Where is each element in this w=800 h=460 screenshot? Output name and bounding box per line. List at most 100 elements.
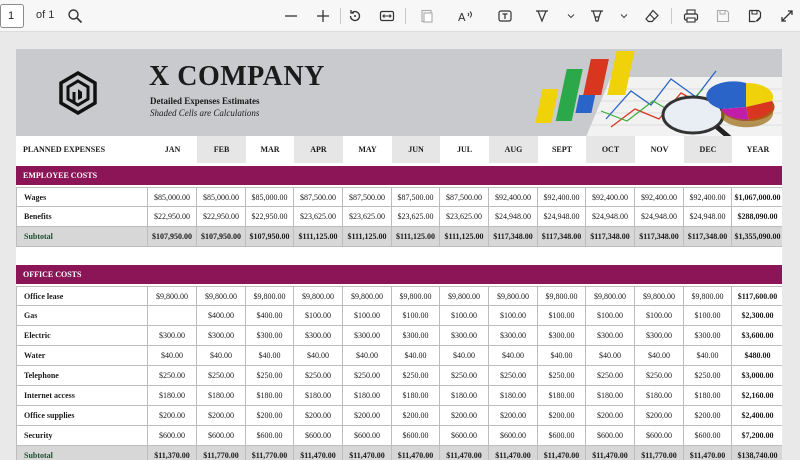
month-value-cell[interactable]: $40.00	[392, 346, 440, 366]
month-value-cell[interactable]: $9,800.00	[294, 286, 343, 306]
month-value-cell[interactable]: $200.00	[148, 406, 197, 426]
month-value-cell[interactable]: $250.00	[246, 366, 294, 386]
year-total-cell[interactable]: $2,300.00	[732, 306, 782, 326]
month-value-cell[interactable]: $600.00	[586, 426, 635, 446]
month-value-cell[interactable]: $117,348.00	[489, 227, 538, 247]
month-value-cell[interactable]: $250.00	[440, 366, 489, 386]
month-value-cell[interactable]: $100.00	[538, 306, 586, 326]
month-value-cell[interactable]: $40.00	[538, 346, 586, 366]
month-value-cell[interactable]: $117,348.00	[586, 227, 635, 247]
year-total-cell[interactable]: $3,600.00	[732, 326, 782, 346]
month-value-cell[interactable]: $100.00	[684, 306, 732, 326]
row-label[interactable]: Water	[16, 346, 148, 366]
row-label[interactable]: Electric	[16, 326, 148, 346]
month-value-cell[interactable]: $180.00	[440, 386, 489, 406]
year-total-cell[interactable]: $138,740.00	[732, 446, 782, 460]
year-total-cell[interactable]: $7,200.00	[732, 426, 782, 446]
month-value-cell[interactable]: $250.00	[197, 366, 246, 386]
row-label[interactable]: Subtotal	[16, 446, 148, 460]
month-value-cell[interactable]: $107,950.00	[148, 227, 197, 247]
month-value-cell[interactable]: $200.00	[440, 406, 489, 426]
chevron-down-icon[interactable]	[619, 11, 629, 21]
month-value-cell[interactable]: $180.00	[489, 386, 538, 406]
month-value-cell[interactable]: $600.00	[392, 426, 440, 446]
draw-icon[interactable]	[530, 4, 554, 28]
month-value-cell[interactable]: $9,800.00	[538, 286, 586, 306]
month-value-cell[interactable]: $200.00	[246, 406, 294, 426]
text-box-icon[interactable]	[493, 4, 517, 28]
fullscreen-icon[interactable]	[775, 4, 799, 28]
month-value-cell[interactable]: $100.00	[440, 306, 489, 326]
month-value-cell[interactable]: $400.00	[197, 306, 246, 326]
print-icon[interactable]	[679, 4, 703, 28]
month-value-cell[interactable]: $300.00	[343, 326, 392, 346]
month-value-cell[interactable]: $250.00	[343, 366, 392, 386]
month-value-cell[interactable]	[148, 306, 197, 326]
month-value-cell[interactable]: $180.00	[197, 386, 246, 406]
month-value-cell[interactable]: $85,000.00	[197, 187, 246, 207]
row-label[interactable]: Internet access	[16, 386, 148, 406]
month-value-cell[interactable]: $92,400.00	[538, 187, 586, 207]
month-value-cell[interactable]: $9,800.00	[440, 286, 489, 306]
month-value-cell[interactable]: $107,950.00	[246, 227, 294, 247]
month-value-cell[interactable]: $40.00	[684, 346, 732, 366]
year-total-cell[interactable]: $2,160.00	[732, 386, 782, 406]
chevron-down-icon[interactable]	[566, 11, 576, 21]
month-value-cell[interactable]: $200.00	[538, 406, 586, 426]
rotate-icon[interactable]	[343, 4, 367, 28]
month-value-cell[interactable]: $11,770.00	[197, 446, 246, 460]
month-value-cell[interactable]: $600.00	[197, 426, 246, 446]
row-label[interactable]: Gas	[16, 306, 148, 326]
month-value-cell[interactable]: $9,800.00	[586, 286, 635, 306]
month-value-cell[interactable]: $9,800.00	[148, 286, 197, 306]
month-value-cell[interactable]: $40.00	[343, 346, 392, 366]
month-value-cell[interactable]: $600.00	[635, 426, 684, 446]
month-value-cell[interactable]: $24,948.00	[635, 207, 684, 227]
month-value-cell[interactable]: $23,625.00	[294, 207, 343, 227]
month-value-cell[interactable]: $23,625.00	[440, 207, 489, 227]
zoom-out-icon[interactable]	[279, 4, 303, 28]
month-value-cell[interactable]: $300.00	[489, 326, 538, 346]
month-value-cell[interactable]: $250.00	[586, 366, 635, 386]
month-value-cell[interactable]: $100.00	[294, 306, 343, 326]
month-value-cell[interactable]: $600.00	[489, 426, 538, 446]
month-value-cell[interactable]: $40.00	[635, 346, 684, 366]
month-value-cell[interactable]: $11,370.00	[148, 446, 197, 460]
row-label[interactable]: Office supplies	[16, 406, 148, 426]
month-value-cell[interactable]: $300.00	[392, 326, 440, 346]
month-value-cell[interactable]: $300.00	[197, 326, 246, 346]
year-total-cell[interactable]: $3,000.00	[732, 366, 782, 386]
month-value-cell[interactable]: $87,500.00	[294, 187, 343, 207]
month-value-cell[interactable]: $180.00	[294, 386, 343, 406]
month-value-cell[interactable]: $200.00	[294, 406, 343, 426]
month-value-cell[interactable]: $11,470.00	[684, 446, 732, 460]
month-value-cell[interactable]: $250.00	[635, 366, 684, 386]
month-value-cell[interactable]: $92,400.00	[489, 187, 538, 207]
month-value-cell[interactable]: $111,125.00	[392, 227, 440, 247]
month-value-cell[interactable]: $23,625.00	[343, 207, 392, 227]
month-value-cell[interactable]: $600.00	[343, 426, 392, 446]
month-value-cell[interactable]: $40.00	[586, 346, 635, 366]
save-as-icon[interactable]	[743, 4, 767, 28]
month-value-cell[interactable]: $40.00	[294, 346, 343, 366]
month-value-cell[interactable]: $600.00	[246, 426, 294, 446]
month-value-cell[interactable]: $300.00	[148, 326, 197, 346]
year-total-cell[interactable]: $117,600.00	[732, 286, 782, 306]
year-total-cell[interactable]: $288,090.00	[732, 207, 782, 227]
month-value-cell[interactable]: $87,500.00	[392, 187, 440, 207]
month-value-cell[interactable]: $92,400.00	[586, 187, 635, 207]
month-value-cell[interactable]: $300.00	[246, 326, 294, 346]
month-value-cell[interactable]: $400.00	[246, 306, 294, 326]
month-value-cell[interactable]: $300.00	[538, 326, 586, 346]
row-label[interactable]: Office lease	[16, 286, 148, 306]
month-value-cell[interactable]: $11,470.00	[489, 446, 538, 460]
month-value-cell[interactable]: $11,470.00	[586, 446, 635, 460]
month-value-cell[interactable]: $85,000.00	[246, 187, 294, 207]
month-value-cell[interactable]: $40.00	[489, 346, 538, 366]
row-label[interactable]: Benefits	[16, 207, 148, 227]
month-value-cell[interactable]: $9,800.00	[635, 286, 684, 306]
zoom-in-icon[interactable]	[311, 4, 335, 28]
month-value-cell[interactable]: $9,800.00	[684, 286, 732, 306]
month-value-cell[interactable]: $117,348.00	[538, 227, 586, 247]
month-value-cell[interactable]: $250.00	[294, 366, 343, 386]
